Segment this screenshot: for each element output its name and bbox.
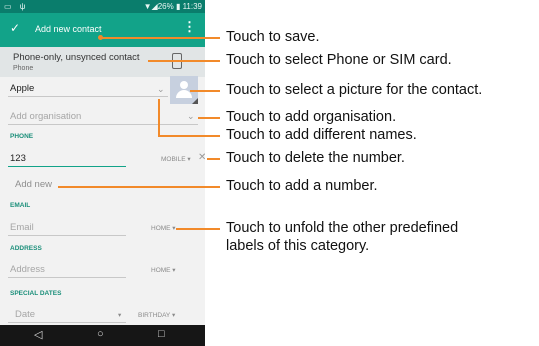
phone-number-input[interactable]: 123 [10, 153, 26, 164]
delete-pointer-line [207, 158, 220, 160]
phone-underline [8, 166, 126, 167]
phone-section-header: PHONE [10, 133, 34, 140]
add-number-pointer-line [58, 186, 220, 188]
save-check-icon[interactable]: ✓ [10, 21, 20, 35]
date-dropdown-arrow-icon[interactable]: ▾ [118, 311, 121, 319]
name-input[interactable]: Apple [10, 83, 34, 94]
phone-screen: ▭ ψ ▼◢26% ▮ 11:39 ✓ Add new contact ⋮ Ph… [0, 0, 205, 346]
name-underline [8, 96, 168, 97]
organisation-chevron-icon[interactable]: ⌄ [187, 111, 195, 122]
address-input[interactable]: Address [10, 264, 45, 275]
callout-delete: Touch to delete the number. [226, 150, 405, 166]
names-pointer-vline [158, 99, 160, 136]
organisation-underline [8, 124, 198, 125]
callout-organisation: Touch to add organisation. [226, 109, 397, 125]
delete-number-icon[interactable]: ✕ [198, 152, 205, 163]
photo-pointer-line [190, 90, 220, 92]
back-icon[interactable]: ◁ [34, 328, 42, 341]
callout-add-number: Touch to add a number. [226, 178, 378, 194]
save-pointer-line [100, 37, 220, 39]
names-pointer-line [158, 135, 220, 137]
callout-account: Touch to select Phone or SIM card. [226, 52, 452, 68]
organisation-pointer-line [198, 117, 220, 119]
email-input[interactable]: Email [10, 222, 34, 233]
address-type-dropdown[interactable]: HOME ▾ [151, 266, 176, 274]
status-bar: ▭ ψ ▼◢26% ▮ 11:39 [0, 0, 205, 13]
email-section-header: EMAIL [10, 202, 31, 209]
organisation-input[interactable]: Add organisation [10, 111, 81, 122]
address-underline [8, 277, 126, 278]
special-dates-section-header: SPECIAL DATES [10, 290, 62, 297]
recents-icon[interactable]: □ [158, 328, 165, 340]
account-pointer-line [148, 60, 220, 62]
page-title: Add new contact [35, 24, 102, 34]
account-type: Phone [13, 65, 34, 72]
home-icon[interactable]: ○ [97, 328, 104, 340]
navigation-bar: ◁ ○ □ [0, 325, 205, 346]
date-type-dropdown[interactable]: BIRTHDAY ▾ [138, 311, 175, 319]
callout-names: Touch to add different names. [226, 127, 417, 143]
date-underline [8, 322, 126, 323]
email-type-dropdown[interactable]: HOME ▾ [151, 224, 176, 232]
date-input[interactable]: Date [15, 309, 35, 320]
avatar-head-icon [180, 81, 188, 89]
callout-labels-line2: labels of this category. [226, 238, 370, 254]
name-expand-chevron-icon[interactable]: ⌄ [157, 84, 165, 95]
callout-photo: Touch to select a picture for the contac… [226, 82, 483, 98]
account-name: Phone-only, unsynced contact [13, 52, 140, 63]
email-underline [8, 235, 126, 236]
address-section-header: ADDRESS [10, 245, 42, 252]
add-new-number-button[interactable]: Add new [15, 179, 52, 190]
phone-type-dropdown[interactable]: MOBILE ▾ [161, 155, 191, 163]
status-left-icons: ▭ ψ [4, 2, 29, 11]
callout-labels-line1: Touch to unfold the other predefined [226, 220, 459, 236]
account-selector[interactable]: Phone-only, unsynced contact Phone [0, 47, 205, 77]
status-right-info: ▼◢26% ▮ 11:39 [143, 2, 202, 11]
app-bar: ✓ Add new contact ⋮ [0, 13, 205, 47]
more-options-icon[interactable]: ⋮ [183, 19, 196, 35]
photo-corner-icon [192, 98, 198, 104]
labels-pointer-line [176, 228, 220, 230]
callout-save: Touch to save. [226, 29, 320, 45]
